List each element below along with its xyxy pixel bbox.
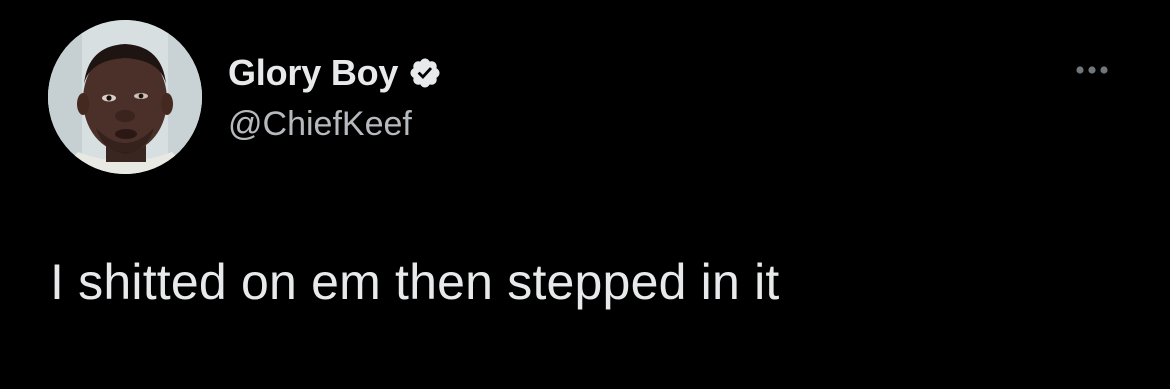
display-name[interactable]: Glory Boy — [228, 52, 398, 94]
author-name-row: Glory Boy — [228, 50, 442, 96]
avatar-photo — [48, 20, 202, 174]
more-options-button[interactable] — [1066, 52, 1118, 88]
author-handle[interactable]: @ChiefKeef — [228, 105, 412, 144]
more-horizontal-icon — [1076, 66, 1108, 74]
avatar[interactable] — [48, 20, 202, 174]
tweet-card: Glory Boy @ChiefKeef I shitted on em the… — [0, 0, 1170, 389]
tweet-text: I shitted on em then stepped in it — [50, 254, 780, 310]
verified-badge-icon — [408, 56, 442, 90]
